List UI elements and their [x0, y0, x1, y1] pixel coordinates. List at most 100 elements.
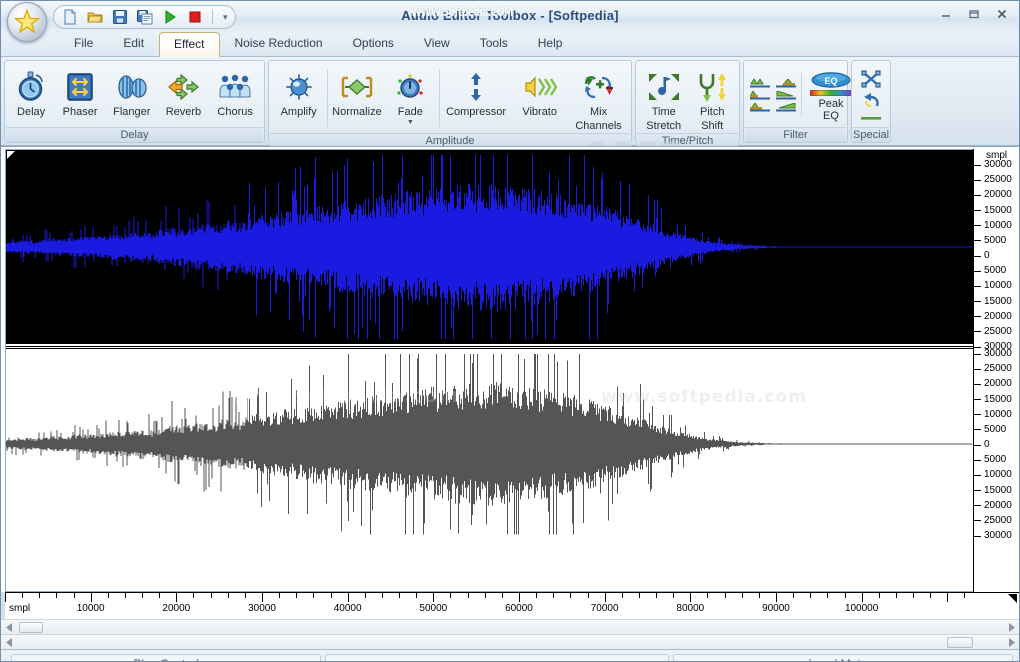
menu-item-file[interactable]: File — [59, 31, 108, 56]
effect-delay-button[interactable]: Delay — [8, 65, 54, 119]
scroll-right-icon[interactable] — [1003, 620, 1019, 634]
effect-peak-eq-label-2: EQ — [823, 110, 839, 122]
time-tick — [296, 593, 298, 598]
window-controls[interactable] — [933, 5, 1015, 23]
horizontal-scrollbar-top[interactable] — [1, 619, 1019, 634]
time-tick — [810, 593, 812, 598]
customize-icon[interactable]: ▾ — [220, 12, 231, 23]
effect-pitch-shift-label-2: Shift — [701, 120, 724, 132]
time-tick — [964, 593, 966, 598]
amplitude-tick: 20000 — [974, 500, 1012, 511]
time-tick-label: 20000 — [162, 603, 191, 614]
amplitude-tick: 25000 — [974, 175, 1012, 185]
time-ruler[interactable]: smpl 10000 20000 30000 40000 50000 60000 70000 8… — [5, 592, 1019, 619]
time-tick — [124, 593, 126, 598]
scroll-right-icon[interactable] — [1003, 635, 1019, 649]
effect-chorus-button[interactable]: Chorus — [209, 65, 261, 119]
scroll-left-icon[interactable] — [1, 620, 17, 634]
effect-amplify-button[interactable]: Amplify — [272, 65, 325, 119]
phaser-icon — [64, 70, 96, 104]
menu-item-view[interactable]: View — [409, 31, 465, 56]
scroll-thumb-top[interactable] — [19, 621, 43, 633]
time-tick — [227, 593, 229, 598]
reverb-icon — [167, 70, 200, 104]
effect-flanger-label: Flanger — [113, 106, 151, 118]
reverse-icon[interactable] — [861, 92, 881, 110]
menu-bar[interactable]: File Edit Effect Noise Reduction Options… — [1, 31, 1019, 57]
time-tick-label: 10000 — [76, 603, 105, 614]
filter-presets-left[interactable] — [747, 79, 773, 112]
ribbon-group-filter-title: Filter — [745, 127, 846, 142]
time-tick-label: 30000 — [248, 603, 276, 614]
time-tick — [638, 593, 640, 598]
waveform-editor[interactable]: www.softpedia.com www.softpedia.com smpl… — [1, 146, 1019, 592]
time-tick-label: 100000 — [844, 603, 879, 614]
amplitude-ruler: smpl 30000 25000 20000 15000 10000 5000 0 5000 1… — [973, 149, 1019, 592]
menu-item-tools[interactable]: Tools — [465, 31, 523, 56]
peak-eq-icon: EQ — [811, 72, 851, 88]
effect-vibrato-button[interactable]: Vibrato — [510, 65, 569, 119]
level-meters-title: Level Meters — [682, 655, 1004, 661]
effect-normalize-button[interactable]: Normalize — [330, 65, 384, 119]
horizontal-scrollbar-bottom[interactable] — [1, 634, 1019, 649]
application-menu-orb[interactable] — [7, 2, 47, 42]
amplitude-tick: 25000 — [974, 326, 1012, 337]
normalize-icon — [340, 70, 374, 104]
open-file-icon[interactable] — [85, 7, 105, 27]
effect-pitch-shift-button[interactable]: Pitch Shift — [688, 65, 736, 133]
time-tick-label: 50000 — [419, 603, 448, 614]
menu-item-edit[interactable]: Edit — [108, 31, 159, 56]
ribbon-group-special-title: Special — [853, 127, 890, 142]
right-channel-waveform[interactable] — [6, 349, 973, 539]
effect-reverb-button[interactable]: Reverb — [158, 65, 210, 119]
menu-item-options[interactable]: Options — [338, 31, 409, 56]
invert-icon[interactable] — [861, 70, 881, 88]
amplitude-tick: 15000 — [974, 394, 1012, 405]
play-icon[interactable] — [160, 7, 180, 27]
save-as-icon[interactable] — [135, 7, 155, 27]
effect-peak-eq-button[interactable]: EQ Peak EQ — [804, 69, 858, 122]
save-file-icon[interactable] — [110, 7, 130, 27]
amplitude-tick: 5000 — [974, 235, 1006, 246]
scroll-track-bottom[interactable] — [17, 636, 1003, 649]
menu-item-effect[interactable]: Effect — [159, 32, 220, 57]
scroll-thumb-bottom[interactable] — [947, 636, 973, 648]
chevron-down-icon[interactable]: ▼ — [407, 119, 414, 127]
vibrato-icon — [523, 70, 557, 104]
time-tick — [467, 593, 469, 598]
amplitude-tick: 15000 — [974, 485, 1012, 496]
left-channel-waveform[interactable] — [6, 150, 973, 346]
time-tick — [895, 593, 897, 598]
effect-compressor-button[interactable]: Compressor — [442, 65, 510, 119]
mix-channels-icon — [582, 70, 616, 104]
effect-mix-channels-button[interactable]: Mix Channels — [569, 65, 628, 133]
amplitude-tick: 10000 — [974, 220, 1012, 231]
scroll-left-icon[interactable] — [1, 635, 17, 649]
silence-icon[interactable] — [861, 114, 881, 122]
amplitude-tick: 10000 — [974, 470, 1012, 480]
minimize-button[interactable] — [933, 5, 959, 23]
scroll-track-top[interactable] — [17, 621, 1003, 634]
fade-in-filter-icon — [776, 103, 796, 112]
maximize-button[interactable] — [961, 5, 987, 23]
close-button[interactable] — [989, 5, 1015, 23]
amplitude-tick: 30000 — [974, 531, 1012, 541]
effect-time-stretch-button[interactable]: Time Stretch — [639, 65, 688, 133]
menu-item-help[interactable]: Help — [523, 31, 578, 56]
ruler-end-marker — [1007, 593, 1017, 603]
play-control-title: Play Control — [12, 655, 320, 661]
menu-item-noise-reduction[interactable]: Noise Reduction — [220, 31, 338, 56]
compressor-icon — [466, 70, 486, 104]
new-file-icon[interactable] — [60, 7, 80, 27]
time-tick — [450, 593, 452, 598]
effect-flanger-button[interactable]: Flanger — [106, 65, 158, 119]
amplitude-tick: 30000 — [974, 160, 1012, 170]
waveform-canvas[interactable]: www.softpedia.com www.softpedia.com — [5, 149, 973, 592]
effect-fade-button[interactable]: Fade ▼ — [384, 65, 437, 128]
effect-fade-label: Fade — [397, 106, 423, 118]
effect-phaser-button[interactable]: Phaser — [54, 65, 106, 119]
effect-compressor-label: Compressor — [446, 106, 506, 118]
stop-icon[interactable] — [185, 7, 205, 27]
quick-access-toolbar[interactable]: ▾ — [53, 5, 236, 29]
filter-presets-right[interactable] — [773, 79, 799, 112]
